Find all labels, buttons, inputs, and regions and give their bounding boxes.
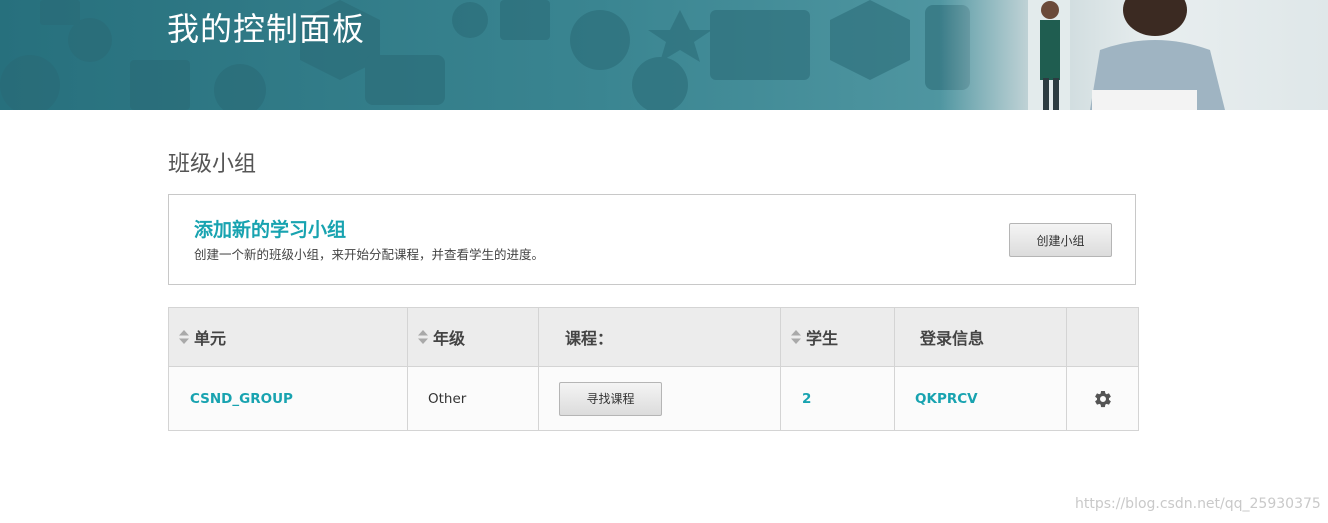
cell-login: QKPRCV xyxy=(894,366,1067,431)
group-name-link[interactable]: CSND_GROUP xyxy=(190,391,293,407)
column-header-unit-label: 单元 xyxy=(194,329,227,348)
column-header-settings xyxy=(1066,307,1139,367)
table-header-row: 单元 年级 课程： 学生 登录信息 xyxy=(168,307,1139,367)
column-header-students-label: 学生 xyxy=(806,329,839,348)
column-header-unit[interactable]: 单元 xyxy=(168,307,408,367)
cell-grade: Other xyxy=(407,366,539,431)
login-code-link[interactable]: QKPRCV xyxy=(915,391,978,407)
column-header-course: 课程： xyxy=(538,307,781,367)
add-group-card: 添加新的学习小组 创建一个新的班级小组，来开始分配课程，并查看学生的进度。 创建… xyxy=(168,194,1136,285)
sort-icon xyxy=(791,330,801,344)
cell-settings xyxy=(1066,366,1139,431)
column-header-students[interactable]: 学生 xyxy=(780,307,895,367)
groups-table: 单元 年级 课程： 学生 登录信息 CSND_GROUP Other 寻找课程 … xyxy=(168,307,1139,431)
banner-photo-people xyxy=(1028,0,1225,110)
create-group-button[interactable]: 创建小组 xyxy=(1009,223,1112,257)
add-group-description: 创建一个新的班级小组，来开始分配课程，并查看学生的进度。 xyxy=(194,247,545,262)
column-header-grade[interactable]: 年级 xyxy=(407,307,539,367)
banner-photo xyxy=(940,0,1328,110)
column-header-grade-label: 年级 xyxy=(433,329,466,348)
add-group-title: 添加新的学习小组 xyxy=(194,219,347,241)
find-course-button[interactable]: 寻找课程 xyxy=(559,381,662,416)
cell-course: 寻找课程 xyxy=(538,366,781,431)
sort-icon xyxy=(179,330,189,344)
section-title: 班级小组 xyxy=(168,152,257,177)
sort-icon xyxy=(418,330,428,344)
page-title: 我的控制面板 xyxy=(167,10,366,48)
cell-students: 2 xyxy=(780,366,895,431)
column-header-login-label: 登录信息 xyxy=(920,329,985,348)
student-count-link[interactable]: 2 xyxy=(802,391,811,407)
gear-icon[interactable] xyxy=(1093,389,1113,409)
column-header-course-label: 课程： xyxy=(565,329,614,348)
grade-value: Other xyxy=(428,390,467,407)
cell-unit: CSND_GROUP xyxy=(168,366,408,431)
watermark: https://blog.csdn.net/qq_25930375 xyxy=(1075,496,1321,512)
table-row: CSND_GROUP Other 寻找课程 2 QKPRCV xyxy=(168,366,1139,431)
column-header-login: 登录信息 xyxy=(894,307,1067,367)
dashboard-banner: 我的控制面板 xyxy=(0,0,1328,110)
